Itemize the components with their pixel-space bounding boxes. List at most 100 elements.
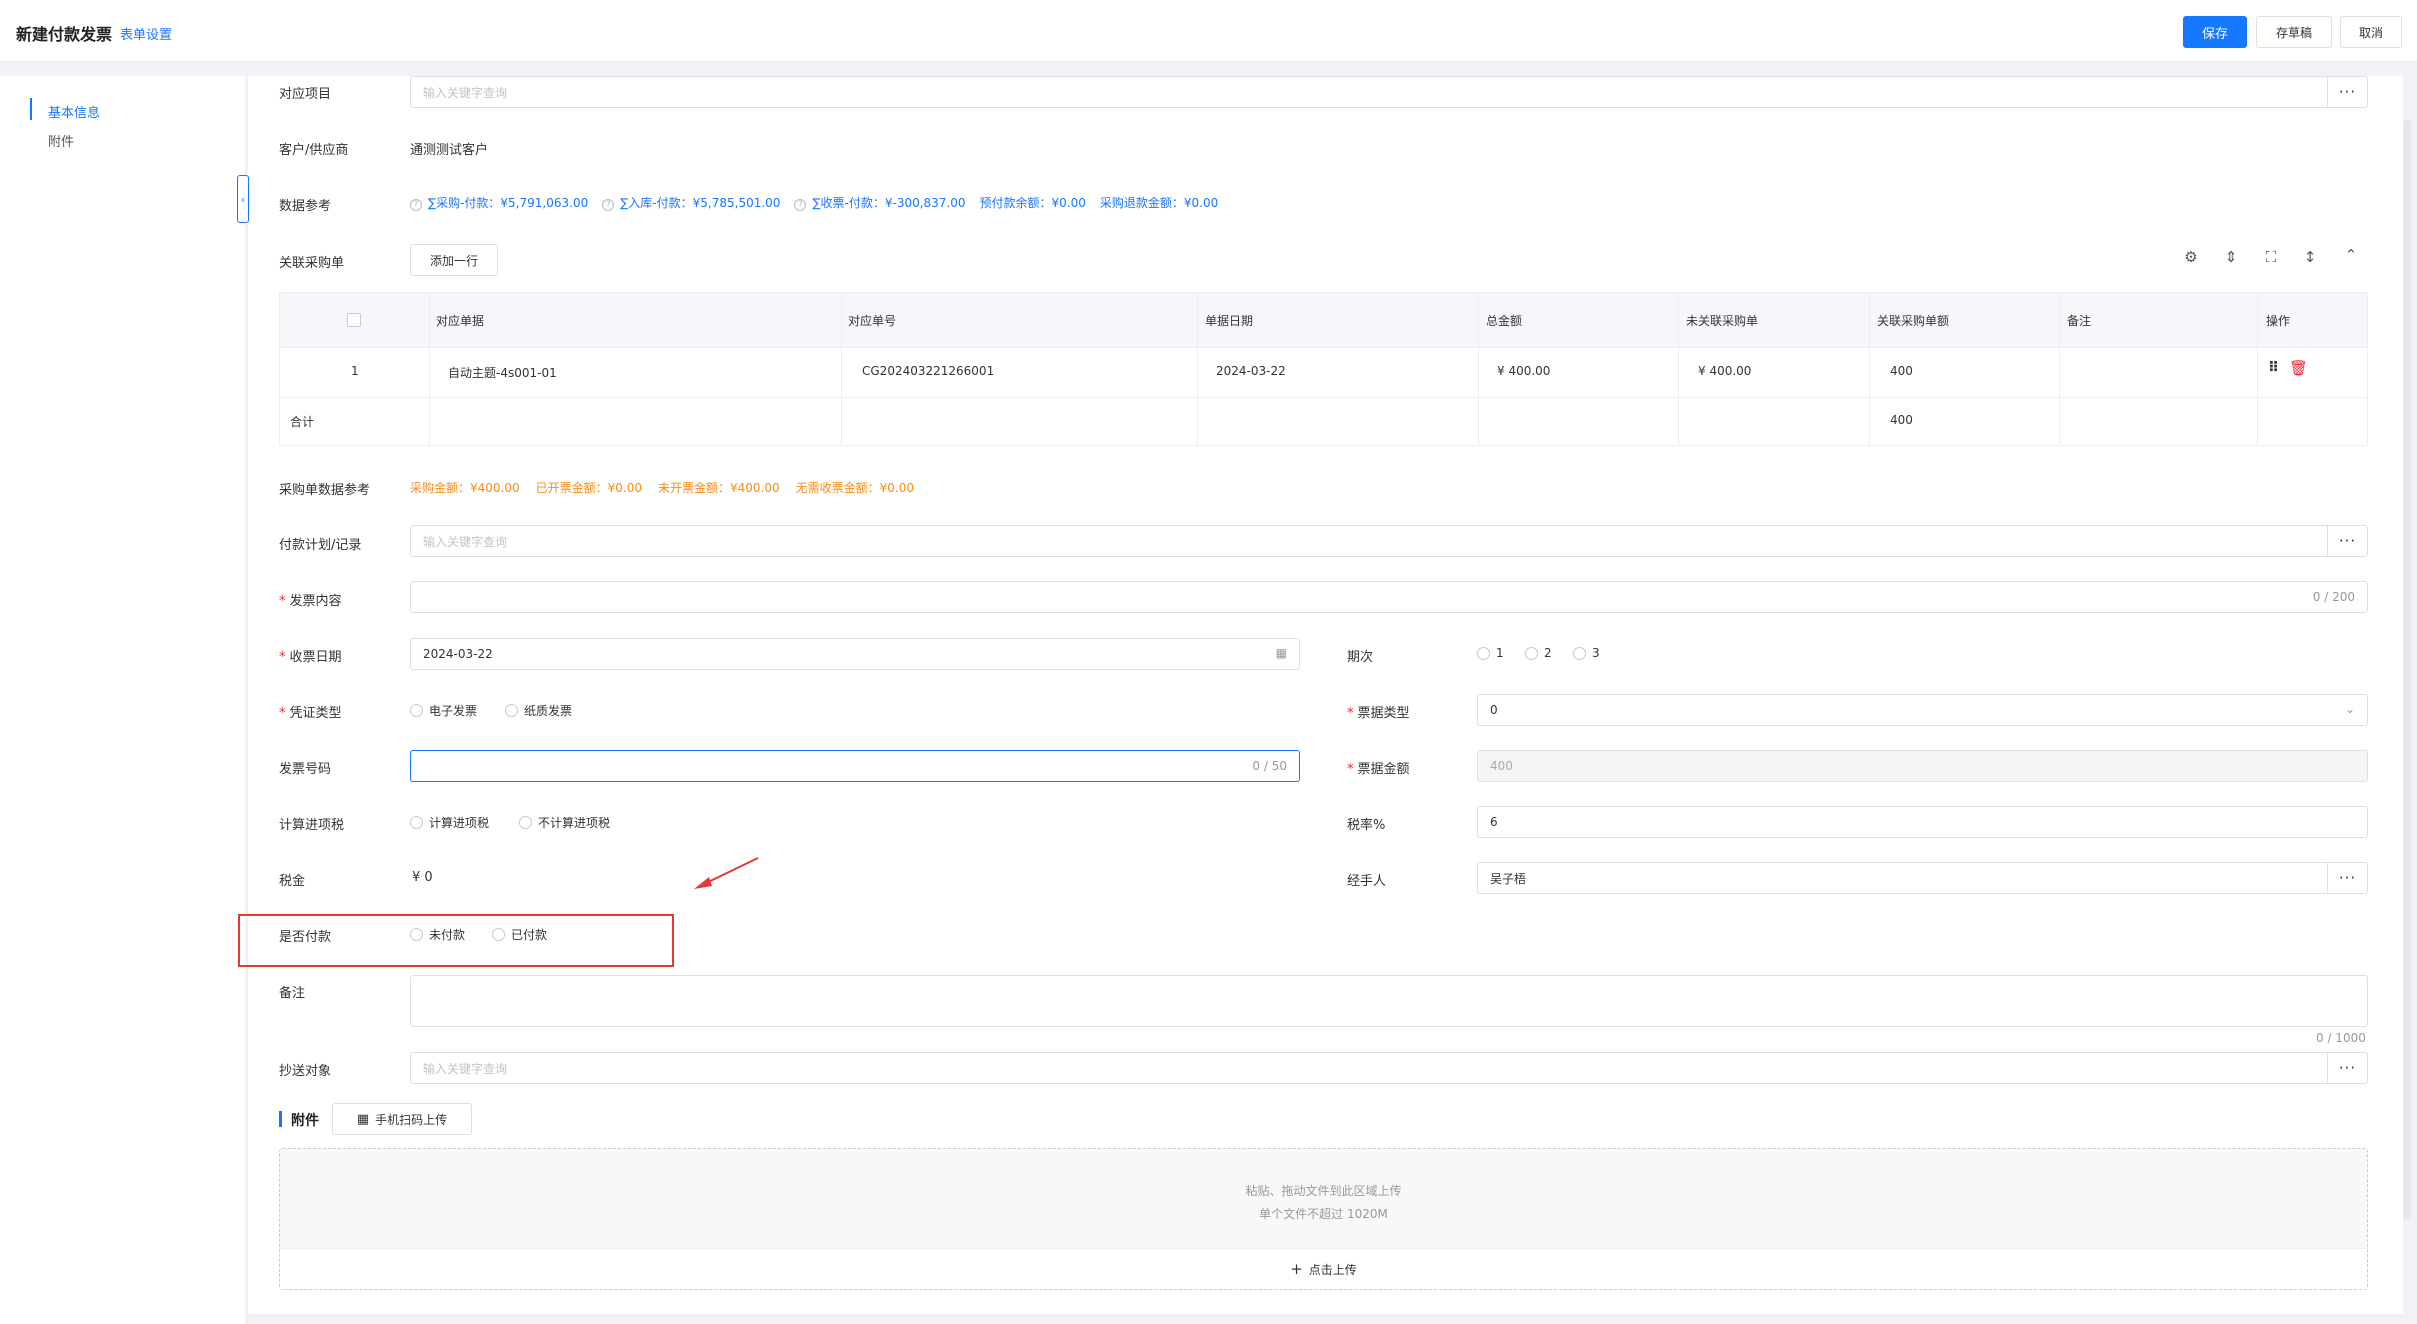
scrollbar[interactable]: [2403, 120, 2411, 1220]
po-ref-purchase: 采购金额：¥400.00: [410, 481, 520, 495]
chevron-down-icon: ⌄: [2344, 702, 2355, 716]
more-icon[interactable]: ···: [2327, 863, 2367, 893]
cancel-button[interactable]: 取消: [2340, 16, 2402, 48]
header-bar: [0, 0, 2417, 62]
sidebar-item-attachment[interactable]: 附件: [48, 131, 74, 150]
remark-label: 备注: [279, 986, 306, 1001]
annotation-arrow: [694, 857, 759, 889]
period-option-3[interactable]: 3: [1573, 646, 1600, 660]
ticket-type-select[interactable]: 0 ⌄: [1477, 694, 2368, 726]
column-header-actions: 操作: [2266, 314, 2291, 328]
cc-placeholder: 输入关键字查询: [423, 1061, 508, 1076]
tax-rate-label: 税率%: [1347, 818, 1386, 833]
receive-date-picker[interactable]: 2024-03-22 ▦: [410, 638, 1300, 670]
row-index: 1: [351, 364, 359, 378]
ticket-amount-value: 400: [1490, 759, 1513, 773]
add-row-button[interactable]: 添加一行: [410, 244, 498, 276]
payment-plan-label: 付款计划/记录: [279, 538, 362, 553]
voucher-option-electronic[interactable]: 电子发票: [410, 702, 477, 719]
settings-icon[interactable]: ⚙: [2181, 248, 2201, 266]
column-header-unlinked: 未关联采购单: [1686, 314, 1759, 328]
more-icon[interactable]: ···: [2327, 526, 2367, 556]
sidebar-item-basic-info[interactable]: 基本信息: [48, 102, 100, 121]
more-icon[interactable]: ···: [2327, 77, 2367, 107]
handler-value: 吴子梧: [1490, 871, 1527, 886]
calc-tax-option-yes[interactable]: 计算进项税: [410, 814, 489, 831]
customer-value: 通测测试客户: [410, 143, 489, 158]
column-header-date: 单据日期: [1205, 314, 1254, 328]
more-icon[interactable]: ···: [2327, 1053, 2367, 1083]
paid-option-paid[interactable]: 已付款: [492, 926, 547, 943]
payment-plan-placeholder: 输入关键字查询: [423, 534, 508, 549]
remark-counter: 0 / 1000: [2316, 1031, 2366, 1045]
invoice-no-input[interactable]: 0 / 50: [410, 750, 1300, 782]
calendar-icon: ▦: [1275, 646, 1287, 660]
delete-icon[interactable]: 🗑: [2289, 359, 2308, 377]
cc-input[interactable]: 输入关键字查询 ···: [410, 1052, 2368, 1084]
column-header-remark: 备注: [2067, 314, 2092, 328]
help-icon: ?: [410, 199, 422, 211]
fullscreen-icon[interactable]: ⛶: [2261, 248, 2281, 266]
project-label: 对应项目: [279, 87, 332, 102]
period-option-2[interactable]: 2: [1525, 646, 1552, 660]
chevron-up-icon[interactable]: ⌃: [2341, 246, 2361, 264]
plus-icon: +: [1290, 1260, 1303, 1278]
invoice-content-counter: 0 / 200: [2312, 590, 2355, 604]
click-upload-button[interactable]: + 点击上传: [280, 1248, 2367, 1289]
po-data-ref-label: 采购单数据参考: [279, 483, 371, 498]
customer-label: 客户/供应商: [279, 143, 349, 158]
table-header-row: [280, 293, 2367, 347]
help-icon: ?: [602, 199, 615, 211]
tax-label: 税金: [279, 874, 306, 889]
radio-icon: [1477, 646, 1490, 660]
receive-date-value: 2024-03-22: [423, 647, 493, 661]
paid-option-unpaid[interactable]: 未付款: [410, 926, 465, 943]
row-doc-no-link[interactable]: CG202403221266001: [862, 364, 994, 378]
drop-zone-hint: 粘贴、拖动文件到此区域上传: [1245, 1184, 1402, 1198]
ticket-type-value: 0: [1490, 703, 1498, 717]
attachment-section-title: 附件: [291, 1113, 319, 1129]
receive-date-label: 收票日期: [279, 646, 342, 665]
invoice-content-input[interactable]: 0 / 200: [410, 581, 2368, 613]
form-settings-link[interactable]: 表单设置: [120, 24, 172, 43]
select-all-checkbox[interactable]: [347, 313, 361, 327]
row-height-icon[interactable]: ⇕: [2221, 248, 2241, 266]
column-header-doc-no: 对应单号: [848, 314, 897, 328]
data-ref-label: 数据参考: [279, 199, 332, 214]
calc-tax-option-no[interactable]: 不计算进项税: [519, 814, 610, 831]
project-input[interactable]: 输入关键字查询 ···: [410, 76, 2368, 108]
paid-label: 是否付款: [279, 930, 332, 945]
period-option-1[interactable]: 1: [1477, 646, 1504, 660]
data-ref-prepaid: 预付款余额：¥0.00: [979, 196, 1086, 210]
tax-rate-input[interactable]: 6: [1477, 806, 2368, 838]
attachment-section-bar: [279, 1111, 282, 1127]
data-ref-refund: 采购退款金额：¥0.00: [1099, 196, 1219, 210]
expand-vertical-icon[interactable]: ↕: [2300, 248, 2320, 266]
handler-label: 经手人: [1347, 874, 1387, 889]
row-unlinked: ¥ 400.00: [1698, 364, 1752, 378]
collapse-sidebar-handle[interactable]: ‹: [237, 175, 249, 223]
scan-upload-button[interactable]: ▦ 手机扫码上传: [332, 1103, 472, 1135]
radio-icon: [410, 928, 423, 941]
invoice-no-counter: 0 / 50: [1252, 759, 1287, 773]
sidebar: [0, 76, 245, 1324]
invoice-content-label: 发票内容: [279, 590, 342, 609]
drag-handle-icon[interactable]: ⠿: [2268, 360, 2279, 376]
data-ref-invoice: ∑收票-付款：¥-300,837.00: [812, 196, 966, 210]
save-button[interactable]: 保存: [2183, 16, 2247, 48]
voucher-option-paper[interactable]: 纸质发票: [505, 702, 572, 719]
column-header-linked: 关联采购单额: [1877, 314, 1950, 328]
chevron-left-icon: ‹: [240, 192, 246, 206]
remark-textarea[interactable]: [410, 975, 2368, 1027]
handler-input[interactable]: 吴子梧 ···: [1477, 862, 2368, 894]
po-data-ref-items: 采购金额：¥400.00 已开票金额：¥0.00 未开票金额：¥400.00 无…: [410, 479, 914, 496]
radio-icon: [505, 704, 518, 717]
total-row-linked: 400: [1890, 413, 1913, 427]
invoice-no-label: 发票号码: [279, 762, 332, 777]
po-ref-invoiced: 已开票金额：¥0.00: [535, 481, 642, 495]
tax-rate-value: 6: [1490, 815, 1498, 829]
payment-plan-input[interactable]: 输入关键字查询 ···: [410, 525, 2368, 557]
save-draft-button[interactable]: 存草稿: [2256, 16, 2332, 48]
po-ref-no-invoice: 无需收票金额：¥0.00: [795, 481, 914, 495]
radio-icon: [519, 816, 532, 829]
